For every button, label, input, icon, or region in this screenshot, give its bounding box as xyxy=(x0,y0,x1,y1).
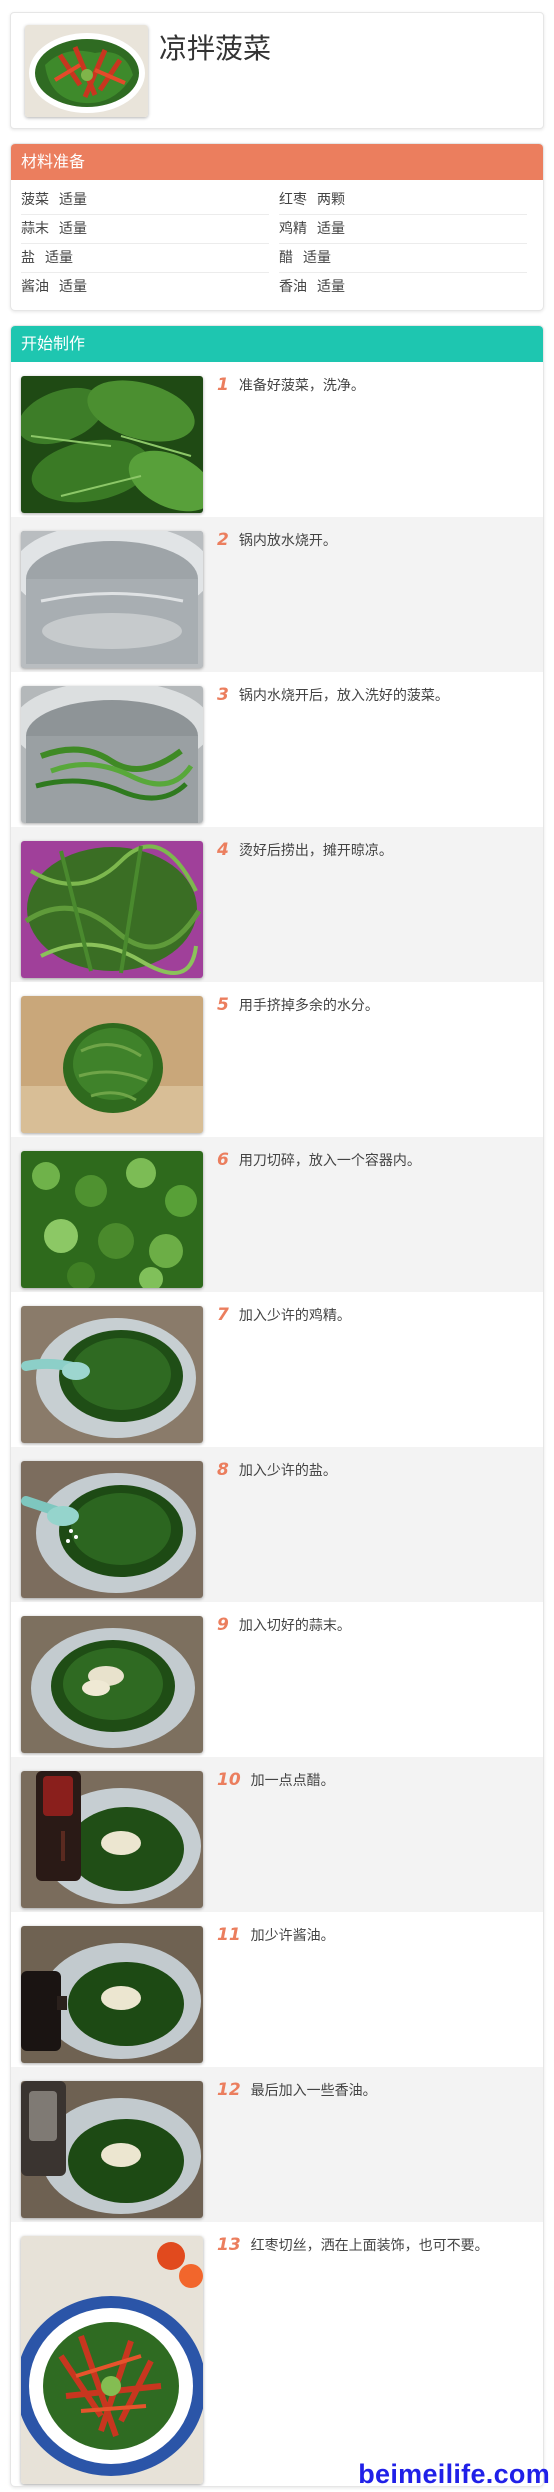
ingredient-row: 蒜末 适量 鸡精 适量 xyxy=(21,215,543,244)
recipe-header-card: 凉拌菠菜 xyxy=(10,12,544,129)
step-photo[interactable] xyxy=(21,1461,203,1598)
ingredients-heading: 材料准备 xyxy=(11,144,543,180)
step-text: 13 红枣切丝，洒在上面装饰，也可不要。 xyxy=(217,2235,489,2255)
step-item: 4 烫好后捞出，摊开晾凉。 xyxy=(11,827,543,982)
step-text: 5 用手挤掉多余的水分。 xyxy=(217,995,379,1015)
step-photo[interactable] xyxy=(21,1926,203,2063)
ingredient-row: 盐适量 醋适量 xyxy=(21,244,543,273)
step-text: 2 锅内放水烧开。 xyxy=(217,530,337,550)
page-container: 凉拌菠菜 材料准备 菠菜 适量 红枣 两颗 蒜末 适量 鸡精 适量 盐适量 醋适量 酱油… xyxy=(0,0,554,2487)
step-photo[interactable] xyxy=(21,841,203,978)
step-item: 2 锅内放水烧开。 xyxy=(11,517,543,672)
step-item: 9 加入切好的蒜末。 xyxy=(11,1602,543,1757)
step-text: 3 锅内水烧开后，放入洗好的菠菜。 xyxy=(217,685,449,705)
ingredient-item: 蒜末 适量 xyxy=(21,215,269,244)
ingredient-item: 酱油 适量 xyxy=(21,279,87,295)
step-text: 12 最后加入一些香油。 xyxy=(217,2080,377,2100)
ingredient-item: 红枣 两颗 xyxy=(279,186,527,215)
recipe-title: 凉拌菠菜 xyxy=(159,32,272,65)
ingredient-item: 鸡精 适量 xyxy=(279,215,527,244)
step-photo[interactable] xyxy=(21,531,203,668)
step-item: 12 最后加入一些香油。 xyxy=(11,2067,543,2222)
ingredient-row: 酱油 适量 香油 适量 xyxy=(21,273,543,302)
step-photo[interactable] xyxy=(21,686,203,823)
step-item: 7 加入少许的鸡精。 xyxy=(11,1292,543,1447)
step-text: 1 准备好菠菜，洗净。 xyxy=(217,375,365,395)
steps-heading: 开始制作 xyxy=(11,326,543,362)
step-text: 6 用刀切碎，放入一个容器内。 xyxy=(217,1150,421,1170)
step-item: 1 准备好菠菜，洗净。 xyxy=(11,362,543,517)
step-text: 10 加一点点醋。 xyxy=(217,1770,335,1790)
step-item: 8 加入少许的盐。 xyxy=(11,1447,543,1602)
ingredient-item: 醋适量 xyxy=(279,244,527,273)
step-text: 7 加入少许的鸡精。 xyxy=(217,1305,351,1325)
step-photo[interactable] xyxy=(21,1151,203,1288)
step-item: 11 加少许酱油。 xyxy=(11,1912,543,2067)
ingredient-item: 香油 适量 xyxy=(279,279,345,295)
step-text: 4 烫好后捞出，摊开晾凉。 xyxy=(217,840,393,860)
step-text: 9 加入切好的蒜末。 xyxy=(217,1615,351,1635)
step-item: 6 用刀切碎，放入一个容器内。 xyxy=(11,1137,543,1292)
step-item: 10 加一点点醋。 xyxy=(11,1757,543,1912)
ingredient-row: 菠菜 适量 红枣 两颗 xyxy=(21,186,543,215)
step-photo[interactable] xyxy=(21,996,203,1133)
step-photo[interactable] xyxy=(21,2236,203,2484)
site-watermark: beimeilife.com xyxy=(358,2459,550,2489)
recipe-thumbnail[interactable] xyxy=(25,25,148,117)
step-item: 13 红枣切丝，洒在上面装饰，也可不要。 xyxy=(11,2222,543,2486)
step-item: 3 锅内水烧开后，放入洗好的菠菜。 xyxy=(11,672,543,827)
ingredient-item: 盐适量 xyxy=(21,244,269,273)
step-photo[interactable] xyxy=(21,2081,203,2218)
steps-section: 开始制作 1 准备好菠菜，洗净。 2 锅内放水烧开。 3 锅内水烧开后，放入洗好… xyxy=(10,325,544,2487)
ingredients-section: 材料准备 菠菜 适量 红枣 两颗 蒜末 适量 鸡精 适量 盐适量 醋适量 酱油 适量 香油… xyxy=(10,143,544,311)
ingredients-table: 菠菜 适量 红枣 两颗 蒜末 适量 鸡精 适量 盐适量 醋适量 酱油 适量 香油 适量 xyxy=(11,180,543,310)
step-photo[interactable] xyxy=(21,1306,203,1443)
step-item: 5 用手挤掉多余的水分。 xyxy=(11,982,543,1137)
step-photo[interactable] xyxy=(21,1771,203,1908)
step-text: 11 加少许酱油。 xyxy=(217,1925,335,1945)
ingredient-item: 菠菜 适量 xyxy=(21,186,269,215)
step-photo[interactable] xyxy=(21,376,203,513)
step-photo[interactable] xyxy=(21,1616,203,1753)
step-text: 8 加入少许的盐。 xyxy=(217,1460,337,1480)
